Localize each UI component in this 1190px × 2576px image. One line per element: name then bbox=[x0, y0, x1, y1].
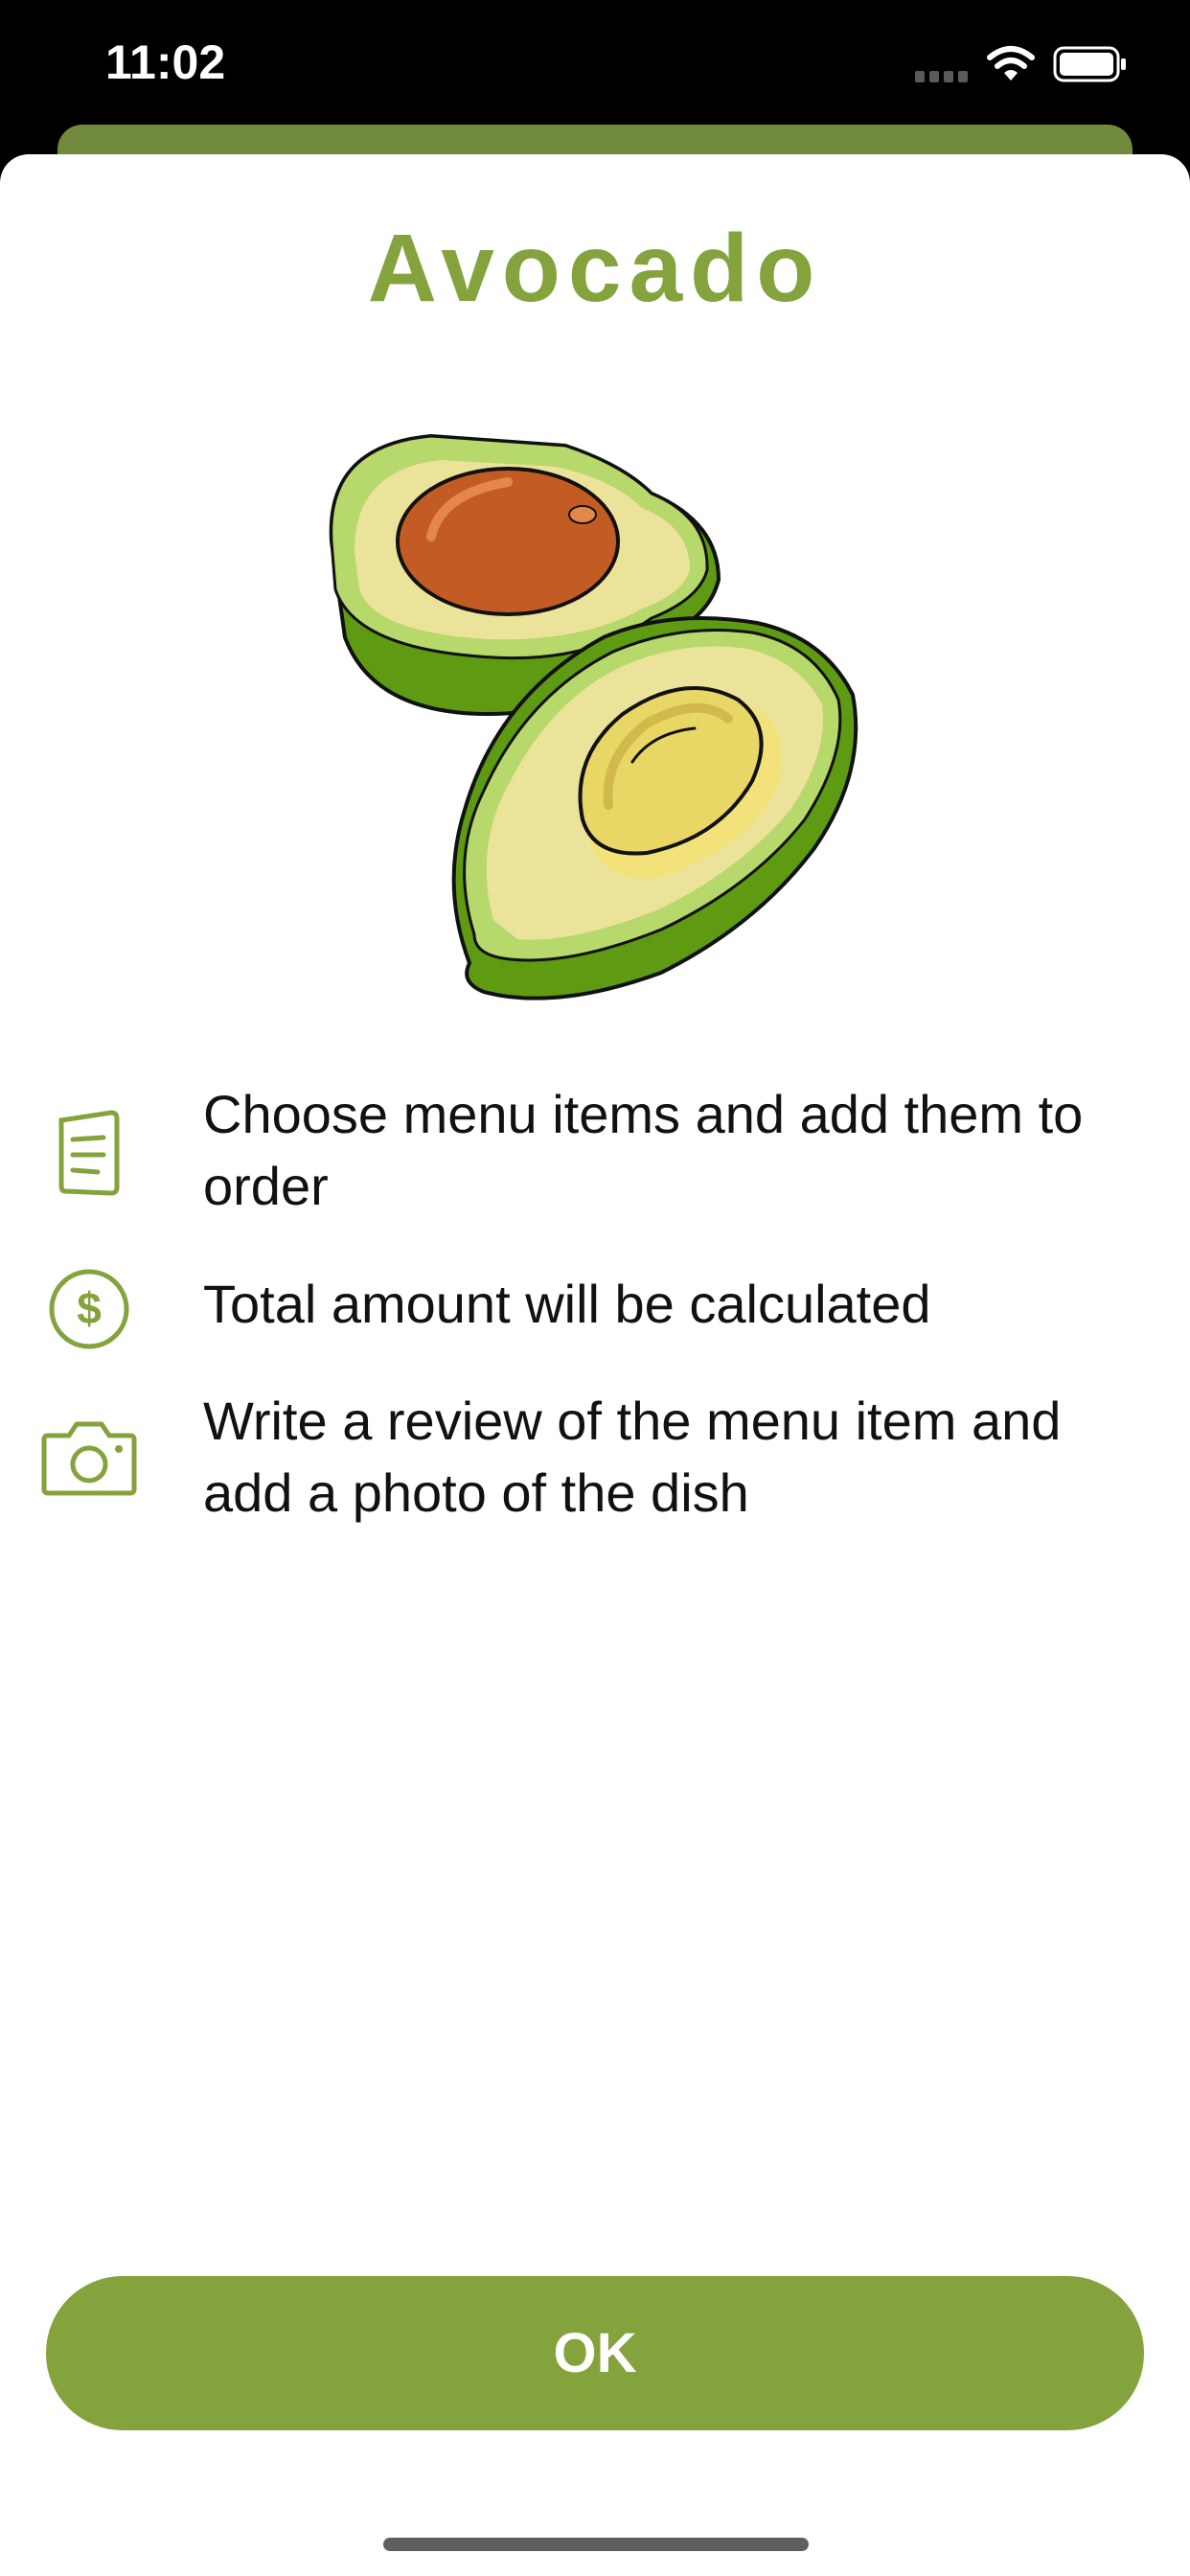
battery-icon bbox=[1053, 46, 1126, 82]
menu-icon bbox=[58, 1110, 120, 1196]
signal-icon bbox=[915, 71, 968, 82]
home-indicator[interactable] bbox=[383, 2538, 809, 2551]
dollar-icon: $ bbox=[49, 1269, 129, 1349]
ok-button[interactable]: OK bbox=[46, 2276, 1144, 2430]
status-time: 11:02 bbox=[105, 35, 226, 89]
wifi-icon bbox=[987, 46, 1035, 80]
feature-text-menu: Choose menu items and add them to order bbox=[203, 1084, 1084, 1216]
feature-text-review: Write a review of the menu item and add … bbox=[203, 1391, 1062, 1523]
status-bar: 11:02 bbox=[0, 0, 1190, 134]
page-title: Avocado bbox=[367, 215, 823, 322]
camera-icon bbox=[41, 1421, 137, 1496]
feature-text-total: Total amount will be calculated bbox=[203, 1274, 931, 1334]
avocado-illustration bbox=[329, 433, 858, 1000]
svg-text:$: $ bbox=[77, 1283, 102, 1333]
